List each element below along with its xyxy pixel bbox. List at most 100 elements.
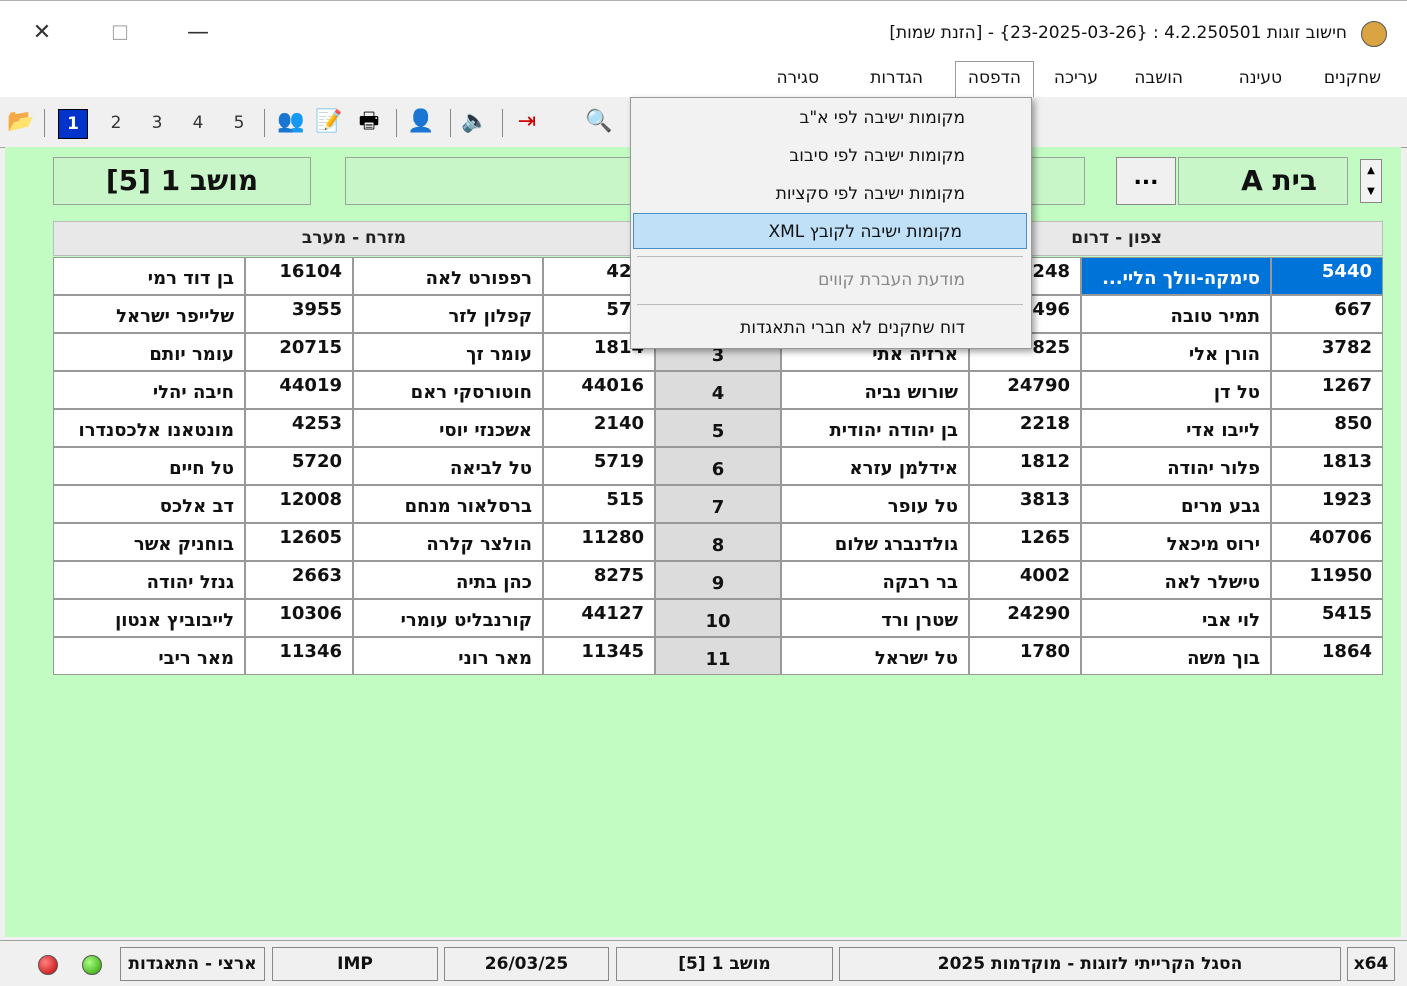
east-name-cell[interactable]: כהן בתיה bbox=[353, 561, 543, 599]
round-3-button[interactable]: 3 bbox=[143, 109, 171, 137]
table-row[interactable]: מונטאנו אלכסנדרו 4253 אשכנזי יוסי 2140 5 בן י… bbox=[53, 409, 1383, 447]
south-number-cell[interactable]: 1265 bbox=[969, 523, 1081, 561]
east-number-cell[interactable]: 2140 bbox=[543, 409, 655, 447]
south-number-cell[interactable]: 1812 bbox=[969, 447, 1081, 485]
table-row[interactable]: גנזל יהודה 2663 כהן בתיה 8275 9 בר רבקה 4002 טי… bbox=[53, 561, 1383, 599]
north-number-cell[interactable]: 5440 bbox=[1271, 257, 1383, 295]
east-name-cell[interactable]: חוטורסקי ראם bbox=[353, 371, 543, 409]
south-number-cell[interactable]: 24790 bbox=[969, 371, 1081, 409]
west-name-cell[interactable]: לייבוביץ אנטון bbox=[53, 599, 245, 637]
west-number-cell[interactable]: 12008 bbox=[245, 485, 353, 523]
north-number-cell[interactable]: 11950 bbox=[1271, 561, 1383, 599]
menu-print[interactable]: הדפסה bbox=[954, 61, 1034, 97]
east-number-cell[interactable]: 5719 bbox=[543, 447, 655, 485]
west-name-cell[interactable]: עומר יותם bbox=[53, 333, 245, 371]
north-number-cell[interactable]: 1267 bbox=[1271, 371, 1383, 409]
sound-icon[interactable]: 🔈 bbox=[460, 107, 490, 137]
menu-item-seating-round[interactable]: מקומות ישיבה לפי סיבוב bbox=[631, 138, 1029, 174]
south-number-cell[interactable]: 4002 bbox=[969, 561, 1081, 599]
print-icon[interactable]: 🖶 bbox=[354, 107, 384, 137]
menu-settings[interactable]: הגדרות bbox=[858, 62, 935, 95]
table-row[interactable]: לייבוביץ אנטון 10306 קורנבליט עומרי 44127 10… bbox=[53, 599, 1383, 637]
east-number-cell[interactable]: 44127 bbox=[543, 599, 655, 637]
west-number-cell[interactable]: 44019 bbox=[245, 371, 353, 409]
east-number-cell[interactable]: 44016 bbox=[543, 371, 655, 409]
west-name-cell[interactable]: מונטאנו אלכסנדרו bbox=[53, 409, 245, 447]
close-button[interactable]: ✕ bbox=[22, 15, 62, 51]
west-name-cell[interactable]: שלייפר ישראל bbox=[53, 295, 245, 333]
edit-icon[interactable]: 📝 bbox=[314, 107, 344, 137]
table-number-cell[interactable]: 6 bbox=[655, 447, 781, 485]
search-icon[interactable]: 🔍 bbox=[584, 107, 614, 137]
south-number-cell[interactable]: 3813 bbox=[969, 485, 1081, 523]
west-number-cell[interactable]: 5720 bbox=[245, 447, 353, 485]
west-name-cell[interactable]: גנזל יהודה bbox=[53, 561, 245, 599]
table-row[interactable]: מאר ריבי 11346 מאר רוני 11345 11 טל ישראל 1780… bbox=[53, 637, 1383, 675]
chevron-down-icon[interactable]: ▼ bbox=[1361, 181, 1381, 202]
south-name-cell[interactable]: טל עופר bbox=[781, 485, 969, 523]
west-name-cell[interactable]: מאר ריבי bbox=[53, 637, 245, 675]
menu-load[interactable]: טעינה bbox=[1227, 62, 1294, 95]
east-number-cell[interactable]: 8275 bbox=[543, 561, 655, 599]
minimize-button[interactable]: — bbox=[178, 15, 218, 51]
west-number-cell[interactable]: 3955 bbox=[245, 295, 353, 333]
players-icon[interactable]: 👥 bbox=[276, 107, 306, 137]
north-name-cell[interactable]: ירוס מיכאל bbox=[1081, 523, 1271, 561]
menu-close[interactable]: סגירה bbox=[764, 62, 831, 95]
menu-item-seating-sections[interactable]: מקומות ישיבה לפי סקציות bbox=[631, 176, 1029, 212]
menu-seating[interactable]: הושבה bbox=[1122, 62, 1195, 95]
round-4-button[interactable]: 4 bbox=[184, 109, 212, 137]
table-number-cell[interactable]: 4 bbox=[655, 371, 781, 409]
west-name-cell[interactable]: טל חיים bbox=[53, 447, 245, 485]
table-number-cell[interactable]: 9 bbox=[655, 561, 781, 599]
table-number-cell[interactable]: 5 bbox=[655, 409, 781, 447]
maximize-button[interactable]: ☐ bbox=[100, 15, 140, 51]
north-number-cell[interactable]: 3782 bbox=[1271, 333, 1383, 371]
south-number-cell[interactable]: 2218 bbox=[969, 409, 1081, 447]
west-number-cell[interactable]: 12605 bbox=[245, 523, 353, 561]
west-number-cell[interactable]: 11346 bbox=[245, 637, 353, 675]
north-number-cell[interactable]: 5415 bbox=[1271, 599, 1383, 637]
east-name-cell[interactable]: אשכנזי יוסי bbox=[353, 409, 543, 447]
north-name-cell[interactable]: הורן אלי bbox=[1081, 333, 1271, 371]
west-number-cell[interactable]: 10306 bbox=[245, 599, 353, 637]
north-name-cell[interactable]: לוי אבי bbox=[1081, 599, 1271, 637]
folder-open-icon[interactable]: 📂 bbox=[6, 107, 36, 137]
round-1-button[interactable]: 1 bbox=[58, 109, 88, 139]
east-name-cell[interactable]: עומר זך bbox=[353, 333, 543, 371]
chevron-up-icon[interactable]: ▲ bbox=[1361, 160, 1381, 181]
west-name-cell[interactable]: חיבה יהלי bbox=[53, 371, 245, 409]
west-number-cell[interactable]: 20715 bbox=[245, 333, 353, 371]
menu-edit[interactable]: עריכה bbox=[1042, 62, 1110, 95]
table-row[interactable]: טל חיים 5720 טל לביאה 5719 6 אידלמן עזרא 1812 פ… bbox=[53, 447, 1383, 485]
north-name-cell[interactable]: טל דן bbox=[1081, 371, 1271, 409]
south-name-cell[interactable]: גולדנברג שלום bbox=[781, 523, 969, 561]
north-name-cell[interactable]: גבע מרים bbox=[1081, 485, 1271, 523]
north-number-cell[interactable]: 1864 bbox=[1271, 637, 1383, 675]
east-name-cell[interactable]: טל לביאה bbox=[353, 447, 543, 485]
menu-item-nonmember-report[interactable]: דוח שחקנים לא חברי התאגדות bbox=[631, 310, 1029, 346]
menu-players[interactable]: שחקנים bbox=[1312, 62, 1393, 95]
menu-item-seating-alpha[interactable]: מקומות ישיבה לפי א"ב bbox=[631, 100, 1029, 136]
table-number-cell[interactable]: 10 bbox=[655, 599, 781, 637]
east-name-cell[interactable]: ברסלאור מנחם bbox=[353, 485, 543, 523]
round-2-button[interactable]: 2 bbox=[102, 109, 130, 137]
north-number-cell[interactable]: 40706 bbox=[1271, 523, 1383, 561]
east-number-cell[interactable]: 11345 bbox=[543, 637, 655, 675]
south-name-cell[interactable]: אידלמן עזרא bbox=[781, 447, 969, 485]
south-number-cell[interactable]: 24290 bbox=[969, 599, 1081, 637]
north-number-cell[interactable]: 1923 bbox=[1271, 485, 1383, 523]
table-number-cell[interactable]: 8 bbox=[655, 523, 781, 561]
east-number-cell[interactable]: 11280 bbox=[543, 523, 655, 561]
north-number-cell[interactable]: 850 bbox=[1271, 409, 1383, 447]
north-number-cell[interactable]: 667 bbox=[1271, 295, 1383, 333]
north-name-cell[interactable]: לייבו אדי bbox=[1081, 409, 1271, 447]
east-name-cell[interactable]: הולצר קלרה bbox=[353, 523, 543, 561]
west-name-cell[interactable]: בן דוד רמי bbox=[53, 257, 245, 295]
south-name-cell[interactable]: שטרן ורד bbox=[781, 599, 969, 637]
west-name-cell[interactable]: דב אלכס bbox=[53, 485, 245, 523]
west-name-cell[interactable]: בוחניק אשר bbox=[53, 523, 245, 561]
south-name-cell[interactable]: שורוש נביה bbox=[781, 371, 969, 409]
south-name-cell[interactable]: בר רבקה bbox=[781, 561, 969, 599]
south-number-cell[interactable]: 1780 bbox=[969, 637, 1081, 675]
